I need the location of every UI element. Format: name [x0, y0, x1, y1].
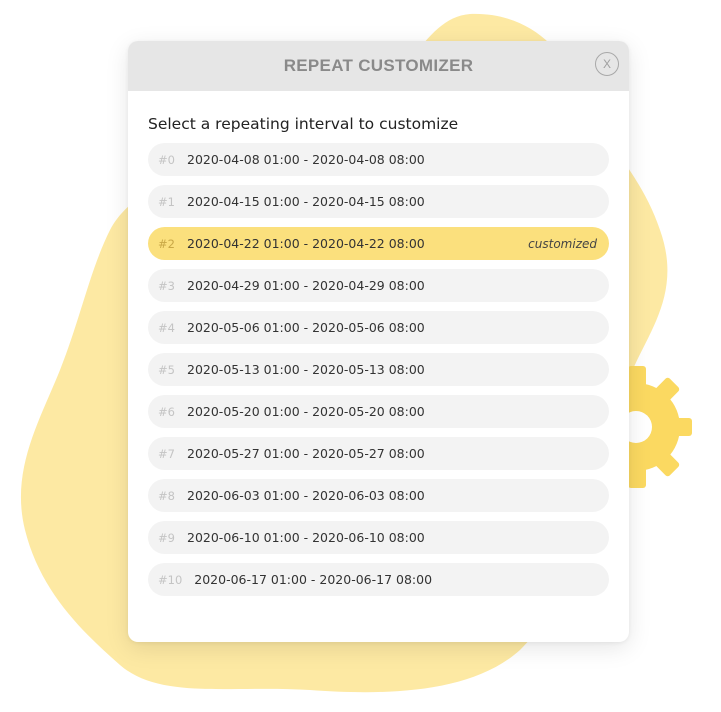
interval-item-4[interactable]: #4 2020-05-06 01:00 - 2020-05-06 08:00 [148, 311, 609, 344]
interval-index: #8 [158, 488, 175, 503]
interval-item-0[interactable]: #0 2020-04-08 01:00 - 2020-04-08 08:00 [148, 143, 609, 176]
stage: REPEAT CUSTOMIZER X Select a repeating i… [0, 0, 721, 712]
interval-range: 2020-04-29 01:00 - 2020-04-29 08:00 [187, 278, 425, 293]
interval-range: 2020-04-08 01:00 - 2020-04-08 08:00 [187, 152, 425, 167]
interval-index: #6 [158, 404, 175, 419]
modal-header: REPEAT CUSTOMIZER X [128, 41, 629, 91]
interval-range: 2020-04-22 01:00 - 2020-04-22 08:00 [187, 236, 425, 251]
interval-range: 2020-06-17 01:00 - 2020-06-17 08:00 [194, 572, 433, 587]
interval-index: #3 [158, 278, 175, 293]
interval-index: #1 [158, 194, 175, 209]
interval-item-9[interactable]: #9 2020-06-10 01:00 - 2020-06-10 08:00 [148, 521, 609, 554]
interval-range: 2020-05-27 01:00 - 2020-05-27 08:00 [187, 446, 425, 461]
modal-subtitle: Select a repeating interval to customize [148, 115, 459, 133]
interval-item-10[interactable]: #10 2020-06-17 01:00 - 2020-06-17 08:00 [148, 563, 609, 596]
interval-item-2[interactable]: #2 2020-04-22 01:00 - 2020-04-22 08:00 c… [148, 227, 609, 260]
modal-title: REPEAT CUSTOMIZER [283, 56, 474, 75]
interval-index: #9 [158, 530, 175, 545]
interval-range: 2020-04-15 01:00 - 2020-04-15 08:00 [187, 194, 425, 209]
interval-index: #4 [158, 320, 175, 335]
close-icon: X [602, 57, 611, 71]
modal-body: Select a repeating interval to customize… [128, 91, 629, 596]
interval-index: #10 [158, 572, 183, 587]
interval-index: #7 [158, 446, 175, 461]
interval-range: 2020-06-03 01:00 - 2020-06-03 08:00 [187, 488, 425, 503]
repeat-customizer-modal: REPEAT CUSTOMIZER X Select a repeating i… [128, 41, 629, 642]
interval-item-5[interactable]: #5 2020-05-13 01:00 - 2020-05-13 08:00 [148, 353, 609, 386]
interval-index: #0 [158, 152, 175, 167]
interval-range: 2020-05-06 01:00 - 2020-05-06 08:00 [187, 320, 425, 335]
interval-item-1[interactable]: #1 2020-04-15 01:00 - 2020-04-15 08:00 [148, 185, 609, 218]
interval-range: 2020-05-20 01:00 - 2020-05-20 08:00 [187, 404, 425, 419]
interval-item-3[interactable]: #3 2020-04-29 01:00 - 2020-04-29 08:00 [148, 269, 609, 302]
close-button[interactable]: X [595, 52, 619, 76]
interval-index: #2 [158, 236, 175, 251]
customized-badge: customized [528, 236, 597, 251]
interval-item-8[interactable]: #8 2020-06-03 01:00 - 2020-06-03 08:00 [148, 479, 609, 512]
interval-range: 2020-05-13 01:00 - 2020-05-13 08:00 [187, 362, 425, 377]
interval-item-6[interactable]: #6 2020-05-20 01:00 - 2020-05-20 08:00 [148, 395, 609, 428]
interval-range: 2020-06-10 01:00 - 2020-06-10 08:00 [187, 530, 425, 545]
interval-index: #5 [158, 362, 175, 377]
interval-list: #0 2020-04-08 01:00 - 2020-04-08 08:00 #… [148, 143, 609, 596]
interval-item-7[interactable]: #7 2020-05-27 01:00 - 2020-05-27 08:00 [148, 437, 609, 470]
